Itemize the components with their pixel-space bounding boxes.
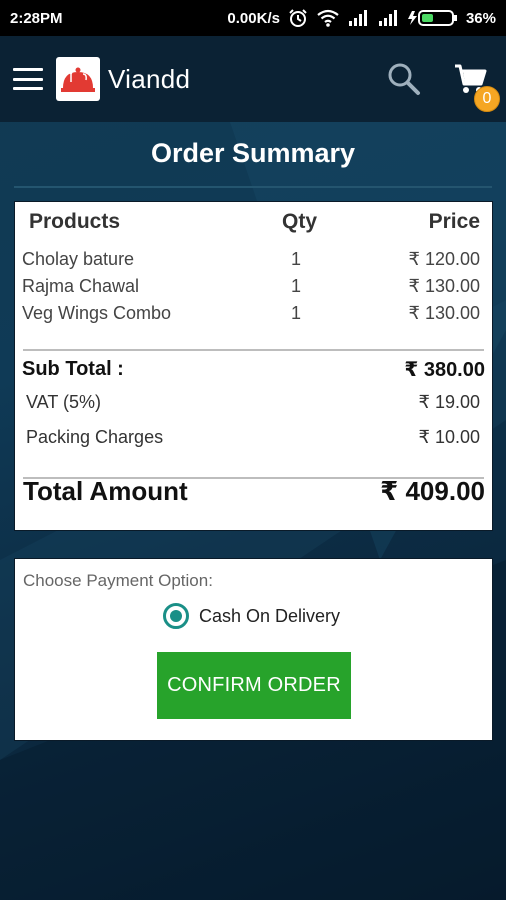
app-title: Viandd bbox=[108, 63, 191, 94]
item-qty: 1 bbox=[291, 248, 302, 269]
order-summary-card: Products Qty Price Cholay bature 1 ₹ 120… bbox=[14, 201, 493, 531]
radio-selected-icon[interactable] bbox=[163, 603, 189, 629]
packing-value: ₹ 10.00 bbox=[418, 426, 481, 447]
battery-percent: 36% bbox=[465, 9, 496, 27]
hamburger-icon bbox=[13, 68, 43, 90]
search-button[interactable] bbox=[374, 36, 434, 122]
signal-icon bbox=[348, 9, 370, 27]
item-name: Rajma Chawal bbox=[22, 275, 140, 296]
payment-card: Choose Payment Option: Cash On Delivery … bbox=[14, 558, 493, 741]
app-toolbar: Viandd 0 bbox=[0, 36, 506, 122]
subtotal-label: Sub Total : bbox=[22, 357, 124, 380]
item-qty: 1 bbox=[291, 275, 302, 296]
item-price: ₹ 130.00 bbox=[408, 275, 480, 296]
cash-on-delivery-option[interactable]: Cash On Delivery bbox=[163, 603, 340, 629]
items-divider bbox=[23, 349, 484, 351]
menu-button[interactable] bbox=[0, 36, 56, 122]
item-price: ₹ 130.00 bbox=[408, 302, 480, 323]
cart-button[interactable]: 0 bbox=[440, 36, 500, 122]
cloche-logo-icon bbox=[61, 67, 95, 92]
network-speed: 0.00K/s bbox=[227, 9, 280, 27]
status-bar: 2:28PM 0.00K/s 36% bbox=[0, 0, 506, 36]
header-qty: Qty bbox=[282, 210, 318, 233]
item-name: Cholay bature bbox=[22, 248, 135, 269]
signal-icon-2 bbox=[378, 9, 400, 27]
confirm-order-button[interactable]: CONFIRM ORDER bbox=[157, 652, 351, 719]
header-products: Products bbox=[29, 210, 121, 233]
subtotal-value: ₹ 380.00 bbox=[404, 358, 485, 381]
total-label: Total Amount bbox=[23, 475, 188, 506]
vat-value: ₹ 19.00 bbox=[418, 391, 481, 412]
battery-charging-icon bbox=[407, 9, 458, 27]
total-value: ₹ 409.00 bbox=[380, 475, 485, 506]
title-divider bbox=[14, 186, 492, 188]
search-icon bbox=[388, 63, 420, 95]
wifi-icon bbox=[316, 9, 340, 27]
page-title: Order Summary bbox=[150, 138, 356, 168]
item-price: ₹ 120.00 bbox=[408, 248, 480, 269]
alarm-icon bbox=[288, 8, 308, 28]
vat-label: VAT (5%) bbox=[26, 391, 102, 412]
item-qty: 1 bbox=[291, 302, 302, 323]
item-name: Veg Wings Combo bbox=[22, 302, 172, 323]
status-time: 2:28PM bbox=[10, 9, 63, 27]
cart-count-badge: 0 bbox=[474, 86, 500, 112]
header-price: Price bbox=[428, 210, 480, 233]
app-logo bbox=[56, 57, 100, 101]
packing-label: Packing Charges bbox=[26, 426, 164, 447]
payment-option-label: Choose Payment Option: bbox=[23, 571, 213, 590]
radio-label: Cash On Delivery bbox=[199, 605, 341, 626]
